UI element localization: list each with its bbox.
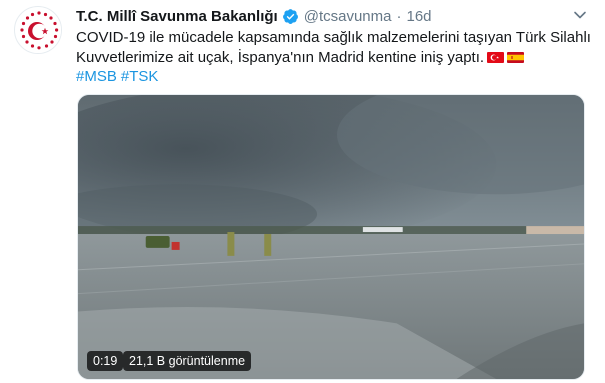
tweet-text: COVID-19 ile mücadele kapsamında sağlık … xyxy=(76,28,596,87)
spain-flag-icon xyxy=(507,49,525,63)
tweet[interactable]: T.C. Millî Savunma Bakanlığı @tcsavunma … xyxy=(0,0,605,383)
video-thumbnail xyxy=(78,95,584,379)
hashtag-line: #MSB #TSK xyxy=(76,67,596,87)
handle[interactable]: @tcsavunma xyxy=(304,8,392,25)
tweet-text-line-with-flags: Kuvvetlerimize ait uçak, İspanya'nın Mad… xyxy=(76,48,596,68)
avatar[interactable] xyxy=(14,6,62,54)
video-duration: 0:19 xyxy=(87,351,124,371)
ministry-emblem-icon xyxy=(16,8,61,53)
turkey-flag-icon xyxy=(487,49,505,63)
hashtag-msb[interactable]: #MSB xyxy=(76,68,117,85)
verified-badge-icon xyxy=(282,8,299,25)
timestamp[interactable]: 16d xyxy=(406,8,431,25)
tweet-text-line: COVID-19 ile mücadele kapsamında sağlık … xyxy=(76,29,591,46)
tweet-text-line: Kuvvetlerimize ait uçak, İspanya'nın Mad… xyxy=(76,48,485,66)
video-player[interactable]: 0:19 21,1 B görüntülenme xyxy=(77,94,585,380)
tweet-header: T.C. Millî Savunma Bakanlığı @tcsavunma … xyxy=(76,6,575,26)
hashtag-tsk[interactable]: #TSK xyxy=(121,68,159,85)
separator-dot: · xyxy=(396,7,402,25)
chevron-down-icon[interactable] xyxy=(573,8,587,20)
video-view-count: 21,1 B görüntülenme xyxy=(123,351,252,371)
display-name[interactable]: T.C. Millî Savunma Bakanlığı xyxy=(76,8,278,25)
